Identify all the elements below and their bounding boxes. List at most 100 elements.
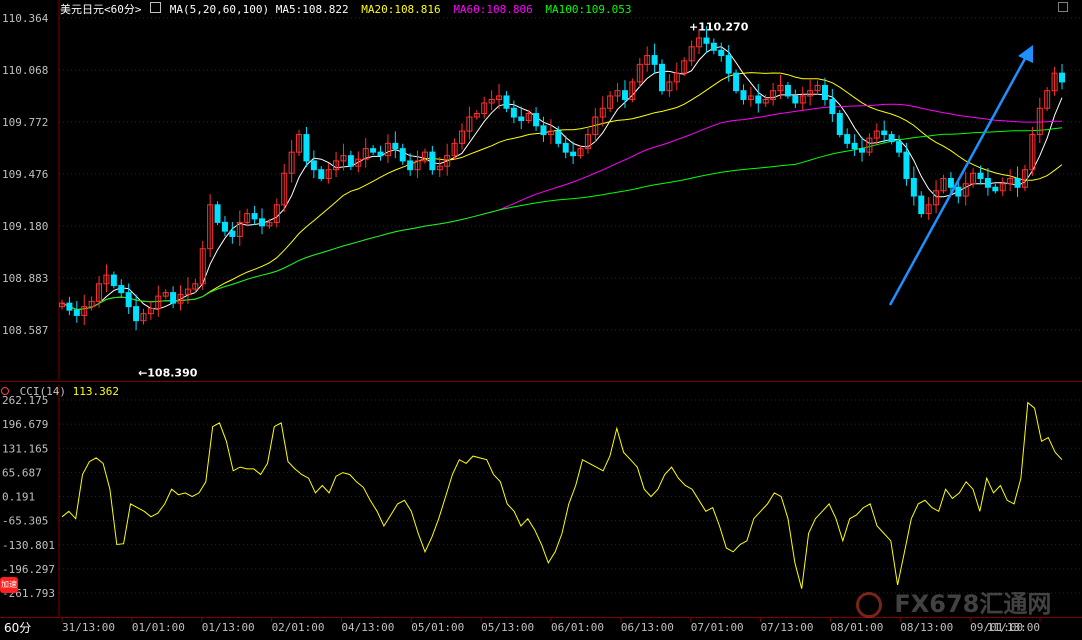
candle-body xyxy=(259,218,265,227)
candle-body xyxy=(533,113,540,127)
chart-stage: 110.364 110.068 109.772 109.476 109.180 108.8… xyxy=(0,0,1082,636)
candle-body xyxy=(1014,177,1021,188)
period-button-label: 60分 xyxy=(4,621,32,635)
xaxis-tick-label: 01/13:00 xyxy=(202,621,255,634)
xaxis-tick-label: 01/01:00 xyxy=(132,621,185,634)
candle-body xyxy=(540,125,547,136)
candle-body xyxy=(170,292,177,304)
xaxis-tick-label: 11/13:00 xyxy=(987,621,1040,634)
cci-tick-label: 65.687 xyxy=(2,466,42,479)
candle-body xyxy=(570,151,577,157)
candle-body xyxy=(881,130,888,136)
candle-body xyxy=(829,98,836,115)
ma20-value: MA20:108.816 xyxy=(361,3,441,16)
xaxis-tick-label: 02/01:00 xyxy=(272,621,325,634)
cci-tick-label: 196.679 xyxy=(2,418,48,431)
candle-body xyxy=(733,72,740,92)
cci-header: CCI(14) 113.362 xyxy=(1,385,119,398)
candle-body xyxy=(784,84,791,97)
candle-body xyxy=(347,155,354,167)
candle-body xyxy=(518,116,525,122)
price-tick-label: 108.587 xyxy=(2,324,48,337)
candle-body xyxy=(859,148,865,153)
price-tick-label: 109.476 xyxy=(2,168,48,181)
cci-line xyxy=(61,401,1063,589)
xaxis-tick-label: 04/13:00 xyxy=(341,621,394,634)
candle-body xyxy=(977,172,984,179)
candle-body xyxy=(718,49,725,57)
candle-body xyxy=(510,107,517,118)
candle-body xyxy=(947,177,954,188)
xaxis-tick-label: 07/13:00 xyxy=(761,621,814,634)
ma5-value: MA5:108.822 xyxy=(275,3,349,16)
maximize-icon[interactable] xyxy=(1058,2,1068,12)
period-button[interactable]: 60分 xyxy=(0,619,31,635)
candle-body xyxy=(118,285,125,294)
xaxis-tick-label: 08/01:00 xyxy=(830,621,883,634)
accelerate-badge[interactable]: 加速 xyxy=(0,577,18,593)
candle-body xyxy=(821,84,828,100)
high-annotation: +110.270 xyxy=(689,21,749,34)
candle-body xyxy=(836,113,843,136)
candle-body xyxy=(555,130,562,144)
candle-body xyxy=(851,142,858,150)
candle-body xyxy=(133,306,140,322)
candle-body xyxy=(910,177,917,197)
ma-menu-icon[interactable] xyxy=(150,2,162,13)
cci-tick-label: -196.297 xyxy=(2,563,55,576)
cci-value: 113.362 xyxy=(72,385,119,398)
candle-body xyxy=(229,230,236,237)
candle-body xyxy=(503,95,510,109)
candle-body xyxy=(992,186,999,192)
candle-body xyxy=(377,151,384,157)
xaxis-tick-label: 05/13:00 xyxy=(481,621,534,634)
price-tick-label: 109.772 xyxy=(2,116,48,129)
candle-body xyxy=(740,90,747,100)
candle-body xyxy=(903,151,910,179)
ma-params: MA(5,20,60,100) xyxy=(169,3,270,16)
cci-tick-label: -130.801 xyxy=(2,539,55,552)
ma100-value: MA100:109.053 xyxy=(545,3,632,16)
candle-body xyxy=(844,134,851,144)
candle-body xyxy=(66,302,73,311)
candle-body xyxy=(318,169,325,179)
trend-arrow-line xyxy=(888,54,1029,306)
candle-body xyxy=(562,142,569,153)
candle-body xyxy=(73,309,80,316)
candle-body xyxy=(621,90,628,100)
candle-body xyxy=(984,177,991,188)
candle-body xyxy=(221,221,228,232)
candle-body xyxy=(310,160,317,171)
cci-tick-label: 131.165 xyxy=(2,442,48,455)
xaxis-tick-label: 08/13:00 xyxy=(900,621,953,634)
candle-body xyxy=(896,141,903,153)
candle-body xyxy=(370,148,377,153)
candle-body xyxy=(955,186,962,197)
cci-label: CCI(14) xyxy=(19,385,66,398)
chart-svg: 110.364 110.068 109.772 109.476 109.180 108.8… xyxy=(0,0,1082,634)
ma60-value: MA60:108.806 xyxy=(453,3,533,16)
xaxis-tick-label: 07/01:00 xyxy=(691,621,744,634)
price-tick-label: 110.068 xyxy=(2,64,48,77)
chart-header: 美元日元<60分> MA(5,20,60,100) MA5:108.822 MA… xyxy=(60,1,632,17)
candle-body xyxy=(710,42,717,51)
xaxis-tick-label: 05/01:00 xyxy=(411,621,464,634)
xaxis-tick-label: 31/13:00 xyxy=(62,621,115,634)
symbol-title: 美元日元<60分> xyxy=(60,3,142,16)
candle-body xyxy=(214,204,221,223)
price-tick-label: 109.180 xyxy=(2,220,48,233)
candle-body xyxy=(918,195,925,215)
watermark-text: FX678汇通网 xyxy=(894,590,1052,618)
cci-settings-icon[interactable] xyxy=(1,387,9,395)
candle-body xyxy=(659,63,665,92)
price-tick-label: 110.364 xyxy=(2,12,49,25)
candle-body xyxy=(1059,72,1065,83)
candle-body xyxy=(651,55,658,65)
xaxis-tick-label: 06/13:00 xyxy=(621,621,674,634)
candle-body xyxy=(792,95,799,104)
candle-body xyxy=(399,148,406,162)
candle-body xyxy=(125,292,132,308)
ma100-line xyxy=(61,127,1063,311)
candle-body xyxy=(725,55,732,74)
candle-body xyxy=(303,134,310,162)
